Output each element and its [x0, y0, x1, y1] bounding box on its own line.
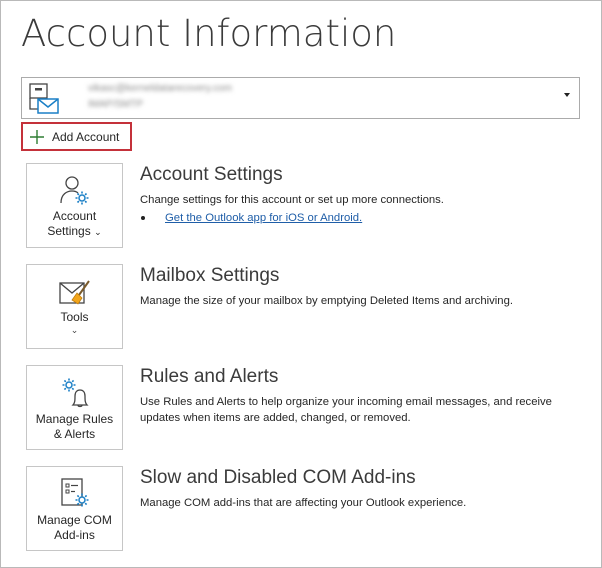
- add-account-button[interactable]: Add Account: [21, 122, 132, 151]
- addins-gear-icon: [60, 478, 88, 507]
- chevron-down-icon: ⌄: [70, 325, 79, 335]
- manage-rules-alerts-button[interactable]: Manage Rules & Alerts: [26, 365, 123, 450]
- tile-label-line1: Tools: [60, 310, 89, 324]
- plus-icon: [30, 129, 44, 144]
- manage-com-addins-button[interactable]: Manage COM Add-ins: [26, 466, 123, 551]
- gear-bell-icon: [62, 378, 89, 408]
- account-type: IMAP/SMTP: [88, 99, 144, 110]
- mail-account-icon: [29, 83, 59, 114]
- section-description: Manage the size of your mailbox by empty…: [140, 295, 513, 307]
- link-row: Get the Outlook app for iOS or Android.: [140, 212, 362, 224]
- section-description: Use Rules and Alerts to help organize yo…: [140, 396, 552, 424]
- bullet-icon: [141, 216, 145, 220]
- section-description: Change settings for this account or set …: [140, 194, 444, 206]
- tile-label-line2: & Alerts: [53, 427, 96, 441]
- chevron-down-icon[interactable]: [564, 93, 570, 97]
- section-description: Manage COM add-ins that are affecting yo…: [140, 497, 467, 509]
- tile-label-line1: Manage Rules: [35, 412, 114, 426]
- section-title: Mailbox Settings: [140, 265, 280, 286]
- section-title: Slow and Disabled COM Add-ins: [140, 467, 416, 488]
- tile-label-line2: Settings ⌄: [47, 224, 102, 238]
- account-settings-button[interactable]: Account Settings ⌄: [26, 163, 123, 248]
- section-title: Account Settings: [140, 164, 283, 185]
- account-email: vikasc@kerneldatarecovery.com: [88, 83, 232, 94]
- add-account-label: Add Account: [52, 129, 120, 144]
- tile-label-line2: Add-ins: [54, 528, 95, 542]
- tile-label-line1: Manage COM: [37, 513, 112, 527]
- mailbox-broom-icon: [58, 280, 90, 305]
- user-gear-icon: [59, 176, 88, 205]
- page-title: Account Information: [21, 12, 397, 55]
- tile-label-line1: Account: [52, 209, 97, 223]
- section-title: Rules and Alerts: [140, 366, 279, 387]
- account-selector[interactable]: vikasc@kerneldatarecovery.com IMAP/SMTP: [21, 77, 580, 119]
- outlook-app-link[interactable]: Get the Outlook app for iOS or Android.: [165, 212, 362, 224]
- tools-button[interactable]: Tools ⌄: [26, 264, 123, 349]
